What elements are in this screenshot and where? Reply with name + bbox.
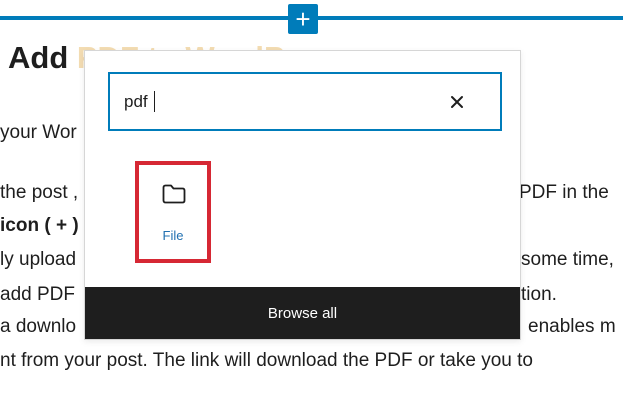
block-result-file[interactable]: File <box>135 161 211 263</box>
text-cursor <box>154 91 155 112</box>
paragraph-line-4[interactable]: ly upload <box>0 247 76 273</box>
paragraph-fragment-2[interactable]: some time, <box>521 247 614 273</box>
paragraph-line-2[interactable]: the post , <box>0 180 78 206</box>
post-title-visible: Add <box>8 40 77 75</box>
paragraph-line-7[interactable]: nt from your post. The link will downloa… <box>0 348 533 374</box>
paragraph-fragment-1[interactable]: PDF in the <box>519 180 609 206</box>
paragraph-line-3-bold: icon ( + ) <box>0 215 79 236</box>
folder-icon <box>162 184 186 204</box>
clear-search-button[interactable] <box>440 85 473 118</box>
paragraph-line-5[interactable]: add PDF <box>0 282 75 308</box>
paragraph-fragment-4[interactable]: enables m <box>528 314 616 340</box>
paragraph-fragment-3[interactable]: tion. <box>521 282 557 308</box>
block-search-input[interactable] <box>124 74 424 129</box>
add-block-button[interactable]: + <box>288 4 318 34</box>
paragraph-line-1[interactable]: your Wor <box>0 120 77 146</box>
close-icon <box>450 95 463 108</box>
paragraph-line-3[interactable]: icon ( + ) <box>0 213 79 239</box>
paragraph-line-6[interactable]: a downlo <box>0 314 76 340</box>
block-search <box>108 72 502 131</box>
block-result-label: File <box>162 228 184 243</box>
plus-icon: + <box>295 4 311 34</box>
browse-all-button[interactable]: Browse all <box>85 287 520 339</box>
block-inserter-popover: File Browse all <box>84 50 521 340</box>
